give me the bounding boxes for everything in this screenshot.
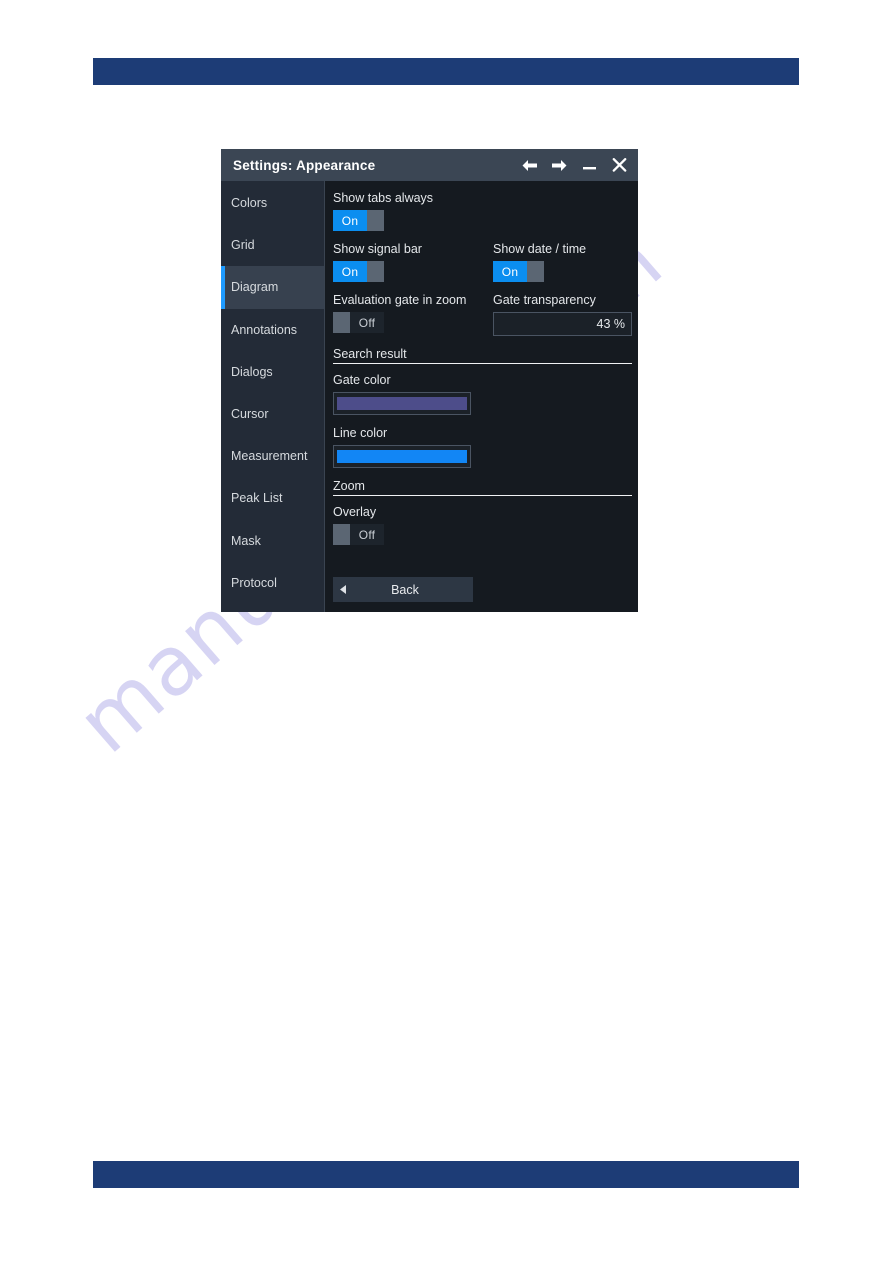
page-header-bar — [93, 58, 799, 85]
show-tabs-always-label: Show tabs always — [333, 191, 434, 205]
page-footer-bar — [93, 1161, 799, 1188]
search-result-section-header: Search result — [333, 347, 632, 364]
line-color-swatch[interactable] — [333, 445, 471, 468]
show-tabs-always-toggle[interactable]: On — [333, 210, 384, 231]
toggle-knob — [367, 210, 384, 231]
show-signal-bar-field: Show signal bar On — [333, 242, 493, 282]
evaluation-gate-in-zoom-toggle[interactable]: Off — [333, 312, 384, 333]
toggle-knob — [527, 261, 544, 282]
line-color-label: Line color — [333, 426, 388, 440]
sidebar-item-label: Peak List — [231, 491, 283, 506]
toggle-track: On — [333, 261, 367, 282]
toggle-knob — [367, 261, 384, 282]
toggle-track: On — [493, 261, 527, 282]
settings-sidebar: Colors Grid Diagram Annotations Dialogs … — [221, 181, 325, 612]
sidebar-item-colors[interactable]: Colors — [221, 182, 324, 224]
gate-transparency-input[interactable]: 43 % — [493, 312, 632, 336]
sidebar-item-label: Grid — [231, 238, 255, 253]
search-result-heading: Search result — [333, 347, 407, 361]
section-divider — [333, 495, 632, 496]
section-divider — [333, 363, 632, 364]
dialog-title: Settings: Appearance — [233, 157, 376, 173]
sidebar-item-label: Colors — [231, 196, 268, 211]
line-color-fill — [337, 450, 467, 463]
show-signal-bar-toggle[interactable]: On — [333, 261, 384, 282]
show-date-time-label: Show date / time — [493, 242, 587, 256]
forward-arrow-icon[interactable] — [550, 155, 569, 175]
sidebar-item-label: Mask — [231, 533, 261, 548]
dialog-body: Colors Grid Diagram Annotations Dialogs … — [221, 181, 638, 612]
settings-content-panel: Show tabs always On Show signal bar On S… — [325, 181, 638, 612]
overlay-label: Overlay — [333, 505, 377, 519]
back-button[interactable]: Back — [333, 577, 473, 602]
minimize-icon[interactable] — [580, 155, 599, 175]
sidebar-item-measurement[interactable]: Measurement — [221, 435, 324, 477]
back-arrow-icon[interactable] — [520, 155, 539, 175]
sidebar-item-label: Dialogs — [231, 364, 273, 379]
sidebar-item-grid[interactable]: Grid — [221, 224, 324, 266]
evaluation-gate-in-zoom-label: Evaluation gate in zoom — [333, 293, 467, 307]
show-date-time-field: Show date / time On — [493, 242, 632, 282]
eval-gate-transparency-row: Evaluation gate in zoom Off Gate transpa… — [333, 293, 632, 336]
show-signal-bar-label: Show signal bar — [333, 242, 422, 256]
zoom-heading: Zoom — [333, 479, 365, 493]
gate-color-fill — [337, 397, 467, 410]
sidebar-item-label: Diagram — [231, 280, 279, 295]
sidebar-item-protocol[interactable]: Protocol — [221, 562, 324, 604]
sidebar-item-mask[interactable]: Mask — [221, 520, 324, 562]
back-button-label: Back — [391, 582, 419, 597]
overlay-field: Overlay Off — [333, 505, 632, 545]
sidebar-item-label: Protocol — [231, 575, 277, 590]
gate-color-field: Gate color — [333, 373, 632, 415]
sidebar-item-dialogs[interactable]: Dialogs — [221, 351, 324, 393]
gate-color-swatch[interactable] — [333, 392, 471, 415]
toggle-track: Off — [350, 312, 384, 333]
zoom-section-header: Zoom — [333, 479, 632, 496]
sidebar-item-diagram[interactable]: Diagram — [221, 266, 324, 309]
gate-color-label: Gate color — [333, 373, 391, 387]
toggle-track: Off — [350, 524, 384, 545]
titlebar-buttons — [520, 155, 629, 175]
sidebar-item-annotations[interactable]: Annotations — [221, 309, 324, 351]
dialog-titlebar: Settings: Appearance — [221, 149, 638, 181]
toggle-knob — [333, 312, 350, 333]
sidebar-item-cursor[interactable]: Cursor — [221, 393, 324, 435]
sidebar-item-label: Annotations — [231, 322, 298, 337]
evaluation-gate-in-zoom-field: Evaluation gate in zoom Off — [333, 293, 493, 336]
gate-transparency-label: Gate transparency — [493, 293, 596, 307]
toggle-track: On — [333, 210, 367, 231]
sidebar-item-peak-list[interactable]: Peak List — [221, 477, 324, 519]
sidebar-item-label: Cursor — [231, 407, 269, 422]
line-color-field: Line color — [333, 426, 632, 468]
settings-appearance-dialog: Settings: Appearance Colors Grid Diagram — [221, 149, 638, 612]
overlay-toggle[interactable]: Off — [333, 524, 384, 545]
gate-transparency-field: Gate transparency 43 % — [493, 293, 632, 336]
show-tabs-always-field: Show tabs always On — [333, 191, 632, 231]
toggle-knob — [333, 524, 350, 545]
show-date-time-toggle[interactable]: On — [493, 261, 544, 282]
back-triangle-icon — [333, 585, 353, 594]
close-icon[interactable] — [610, 155, 629, 175]
sidebar-item-label: Measurement — [231, 449, 308, 464]
signal-bar-datetime-row: Show signal bar On Show date / time On — [333, 242, 632, 282]
